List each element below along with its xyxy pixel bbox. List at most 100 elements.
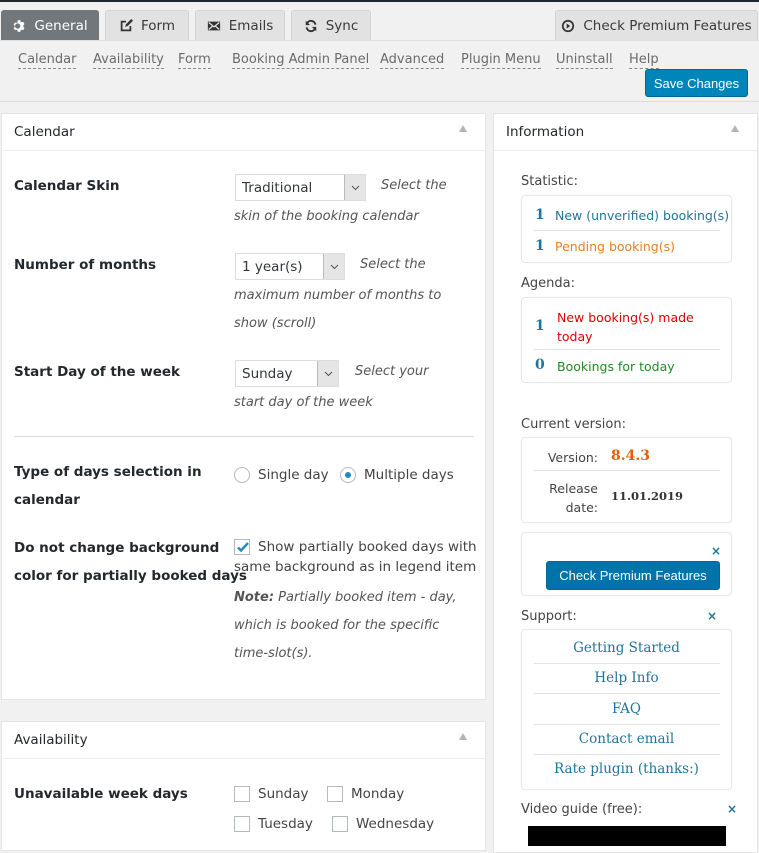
wednesday-label[interactable]: Wednesday [356, 815, 434, 833]
tab-check-premium-label: Check Premium Features [583, 17, 752, 34]
partial-booked-note-1: Note: Partially booked item - day, [234, 584, 457, 612]
subnav-help[interactable]: Help [629, 52, 659, 69]
pending-bookings-link[interactable]: Pending booking(s) [555, 239, 675, 254]
new-today-count: 1 [535, 318, 545, 334]
subnav-booking-admin-panel[interactable]: Booking Admin Panel [232, 52, 370, 69]
tab-check-premium[interactable]: Check Premium Features [555, 10, 758, 40]
close-premium-icon[interactable]: × [711, 544, 721, 558]
contact-email-link[interactable]: Contact email [522, 731, 731, 747]
monday-label[interactable]: Monday [351, 785, 404, 803]
close-video-icon[interactable]: × [727, 802, 737, 816]
section-divider [14, 436, 474, 437]
availability-panel: Availability Unavailable week days Sunda… [1, 721, 486, 851]
checkmark-icon [237, 542, 249, 553]
check-premium-features-button[interactable]: Check Premium Features [546, 561, 720, 590]
tab-emails-label: Emails [228, 17, 274, 34]
gear-icon [13, 19, 25, 32]
note-text: Partially booked item - day, [274, 590, 457, 605]
save-changes-button[interactable]: Save Changes [645, 69, 748, 97]
tuesday-label[interactable]: Tuesday [258, 815, 313, 833]
wednesday-checkbox[interactable] [332, 816, 348, 832]
multiple-days-label[interactable]: Multiple days [364, 466, 454, 484]
monday-checkbox[interactable] [327, 786, 343, 802]
calendar-skin-label: Calendar Skin [14, 178, 120, 194]
agenda-label: Agenda: [521, 276, 575, 291]
envelope-icon [207, 21, 220, 30]
row-divider [534, 693, 720, 694]
faq-link[interactable]: FAQ [522, 701, 731, 717]
sunday-checkbox[interactable] [234, 786, 250, 802]
statistic-label: Statistic: [521, 174, 579, 189]
tab-sync[interactable]: Sync [291, 10, 371, 40]
row-divider [534, 724, 720, 725]
partial-booked-checkbox[interactable] [234, 539, 250, 555]
calendar-panel-header[interactable]: Calendar [2, 114, 485, 151]
tab-form[interactable]: Form [105, 10, 189, 40]
start-day-value: Sunday [242, 365, 293, 382]
note-bold: Note: [234, 590, 275, 605]
current-version-label: Current version: [521, 417, 626, 432]
row-divider [534, 470, 720, 471]
calendar-skin-select[interactable]: Traditional [235, 174, 366, 201]
pending-bookings-count: 1 [535, 238, 545, 254]
partial-booked-label-1: Do not change background [14, 540, 220, 556]
tab-emails[interactable]: Emails [195, 10, 285, 40]
subnav-uninstall[interactable]: Uninstall [556, 52, 613, 69]
collapse-arrow-icon[interactable] [459, 125, 467, 132]
tab-form-label: Form [140, 17, 175, 34]
partial-booked-note-2: which is booked for the specific [234, 618, 440, 633]
agenda-box: 1 New booking(s) made today 0 Bookings fo… [521, 297, 732, 383]
start-day-select[interactable]: Sunday [235, 360, 339, 387]
subnav-calendar[interactable]: Calendar [18, 52, 77, 69]
availability-panel-title: Availability [14, 732, 88, 748]
premium-box: × Check Premium Features [521, 532, 732, 596]
release-date-key: Release date: [549, 479, 598, 517]
subnav-plugin-menu[interactable]: Plugin Menu [461, 52, 541, 69]
release-date-value: 11.01.2019 [611, 489, 684, 503]
partial-booked-label-2: color for partially booked days [14, 568, 247, 584]
chevron-down-icon [323, 254, 344, 279]
single-day-label[interactable]: Single day [258, 466, 329, 484]
video-embed[interactable] [528, 826, 726, 846]
tuesday-checkbox[interactable] [234, 816, 250, 832]
top-border [0, 0, 759, 2]
version-value: 8.4.3 [611, 448, 650, 464]
collapse-arrow-icon[interactable] [459, 733, 467, 740]
help-info-link[interactable]: Help Info [522, 670, 731, 686]
close-support-icon[interactable]: × [707, 609, 717, 623]
availability-panel-header[interactable]: Availability [2, 722, 485, 759]
single-day-radio[interactable] [234, 467, 250, 483]
subnav-availability[interactable]: Availability [93, 52, 164, 69]
subnav-advanced[interactable]: Advanced [380, 52, 445, 69]
calendar-skin-desc-1: Select the [381, 178, 447, 193]
subnav-form[interactable]: Form [178, 52, 211, 69]
chevron-down-icon [344, 175, 365, 200]
calendar-panel-title: Calendar [14, 124, 75, 140]
version-box: Version: 8.4.3 Release date: 11.01.2019 [521, 437, 732, 523]
partial-booked-option-line-1[interactable]: Show partially booked days with [258, 538, 477, 556]
information-panel-header[interactable]: Information [494, 114, 757, 151]
bookings-today-count: 0 [535, 357, 545, 373]
tab-general-label: General [34, 17, 88, 34]
bookings-today-link[interactable]: Bookings for today [557, 359, 675, 374]
getting-started-link[interactable]: Getting Started [522, 640, 731, 656]
tab-general[interactable]: General [1, 10, 99, 40]
collapse-arrow-icon[interactable] [731, 125, 739, 132]
new-today-link[interactable]: New booking(s) made today [557, 308, 694, 346]
row-divider [534, 230, 720, 231]
top-navigation: General Form Emails Sync Check Premium F… [0, 0, 759, 103]
new-today-line-1: New booking(s) made [557, 310, 694, 325]
information-panel-title: Information [506, 124, 585, 140]
sunday-label[interactable]: Sunday [258, 785, 309, 803]
new-bookings-link[interactable]: New (unverified) booking(s) [555, 208, 729, 223]
calendar-skin-desc-2: skin of the booking calendar [234, 209, 419, 224]
video-guide-label: Video guide (free): [521, 802, 643, 817]
number-of-months-select[interactable]: 1 year(s) [235, 253, 345, 280]
chevron-down-icon [317, 361, 338, 386]
days-selection-label-1: Type of days selection in [14, 464, 202, 480]
start-day-label: Start Day of the week [14, 364, 181, 380]
multiple-days-radio[interactable] [340, 467, 356, 483]
row-divider [534, 754, 720, 755]
support-label: Support: [521, 609, 577, 624]
rate-plugin-link[interactable]: Rate plugin (thanks:) [522, 761, 731, 777]
